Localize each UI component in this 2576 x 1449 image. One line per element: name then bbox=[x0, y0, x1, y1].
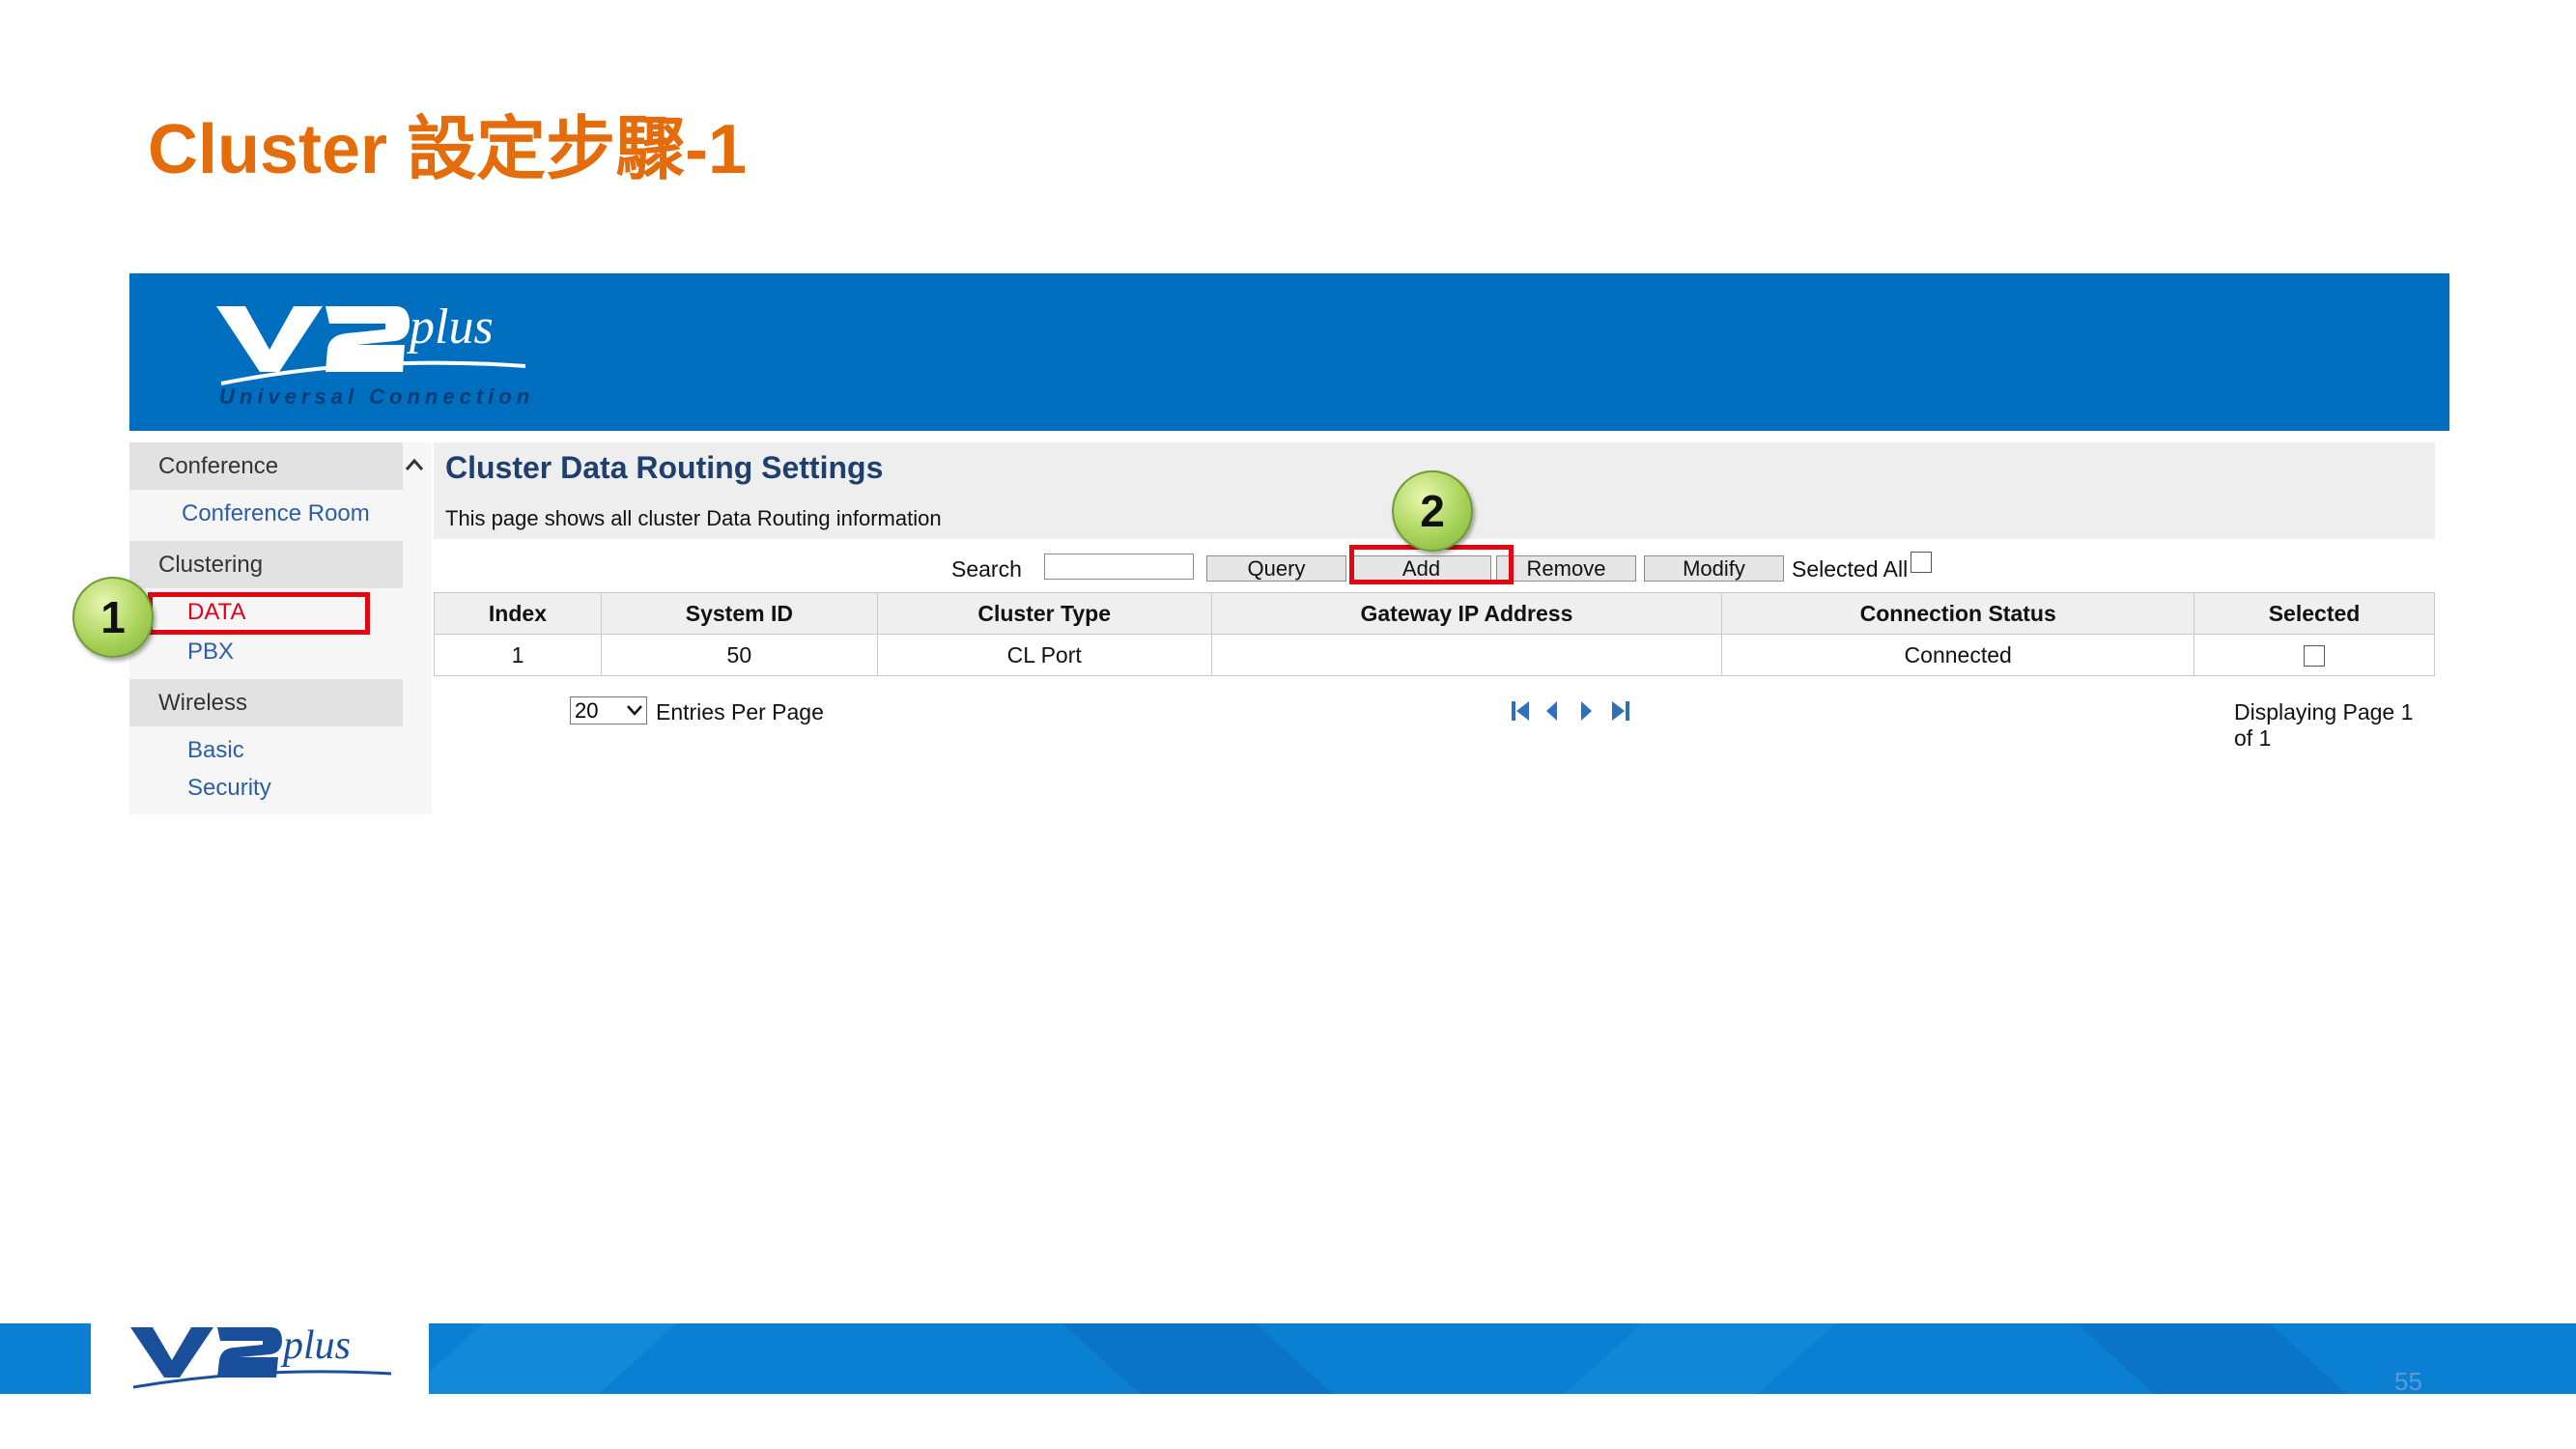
cell-selected bbox=[2194, 634, 2435, 676]
search-input[interactable] bbox=[1044, 554, 1194, 580]
select-all-checkbox[interactable] bbox=[1911, 552, 1932, 573]
search-label: Search bbox=[951, 556, 1022, 582]
prev-page-icon[interactable] bbox=[1546, 701, 1557, 721]
column-header-index[interactable]: Index bbox=[434, 592, 602, 635]
sidebar-item-pbx[interactable]: PBX bbox=[187, 639, 234, 666]
row-select-checkbox[interactable] bbox=[2304, 645, 2326, 668]
query-button[interactable]: Query bbox=[1206, 555, 1346, 582]
svg-text:plus: plus bbox=[280, 1323, 351, 1368]
table-row[interactable]: 1 50 CL Port Connected bbox=[434, 634, 2435, 676]
page-info: Displaying Page 1 of 1 bbox=[2234, 699, 2414, 751]
slide-title: Cluster 設定步驟-1 bbox=[148, 111, 748, 188]
entries-per-page-label: Entries Per Page bbox=[656, 699, 824, 724]
cell-gateway-ip bbox=[1210, 634, 1723, 676]
first-page-icon[interactable] bbox=[1512, 701, 1529, 721]
header-banner: plus Universal Connection bbox=[129, 273, 2449, 431]
select-all-label: Selected All bbox=[1792, 556, 1909, 582]
page-number: 55 bbox=[2394, 1367, 2422, 1396]
sidebar-item-conference-room[interactable]: Conference Room bbox=[182, 500, 370, 527]
entries-per-page-value: 20 bbox=[575, 698, 599, 723]
sidebar-section-clustering[interactable]: Clustering bbox=[129, 541, 403, 588]
routing-table: Index System ID Cluster Type Gateway IP … bbox=[434, 592, 2435, 676]
logo-tagline: Universal Connection bbox=[219, 384, 535, 409]
modify-button[interactable]: Modify bbox=[1644, 555, 1784, 582]
column-header-connection-status[interactable]: Connection Status bbox=[1721, 592, 2195, 635]
sidebar-item-security[interactable]: Security bbox=[187, 775, 271, 802]
remove-button[interactable]: Remove bbox=[1496, 555, 1636, 582]
table-header-row: Index System ID Cluster Type Gateway IP … bbox=[434, 592, 2435, 635]
last-page-icon[interactable] bbox=[1612, 701, 1629, 721]
column-header-system-id[interactable]: System ID bbox=[600, 592, 878, 635]
app-screenshot: plus Universal Connection Conference Con… bbox=[129, 273, 2449, 814]
page-description: This page shows all cluster Data Routing… bbox=[445, 506, 942, 530]
cell-connection-status: Connected bbox=[1721, 634, 2195, 676]
next-page-icon[interactable] bbox=[1581, 701, 1592, 721]
column-header-gateway-ip[interactable]: Gateway IP Address bbox=[1210, 592, 1723, 635]
callout-step-1: 1 bbox=[72, 577, 154, 658]
cell-index: 1 bbox=[434, 634, 602, 676]
sidebar-section-wireless[interactable]: Wireless bbox=[129, 679, 403, 726]
cell-system-id: 50 bbox=[600, 634, 878, 676]
column-header-cluster-type[interactable]: Cluster Type bbox=[876, 592, 1212, 635]
column-header-selected[interactable]: Selected bbox=[2194, 592, 2435, 635]
footer-v2plus-logo: plus bbox=[130, 1323, 392, 1389]
cell-cluster-type: CL Port bbox=[876, 634, 1212, 676]
highlight-data-item bbox=[148, 592, 370, 635]
collapse-up-icon[interactable] bbox=[404, 455, 425, 476]
entries-per-page-select[interactable]: 20 bbox=[570, 696, 647, 724]
chevron-down-icon bbox=[627, 705, 642, 716]
callout-step-2: 2 bbox=[1392, 470, 1473, 552]
pagination-nav bbox=[1512, 701, 1629, 721]
svg-text:plus: plus bbox=[406, 299, 494, 355]
page-title: Cluster Data Routing Settings bbox=[445, 450, 884, 485]
sidebar-item-basic[interactable]: Basic bbox=[187, 737, 244, 764]
sidebar-section-conference[interactable]: Conference bbox=[129, 442, 403, 490]
